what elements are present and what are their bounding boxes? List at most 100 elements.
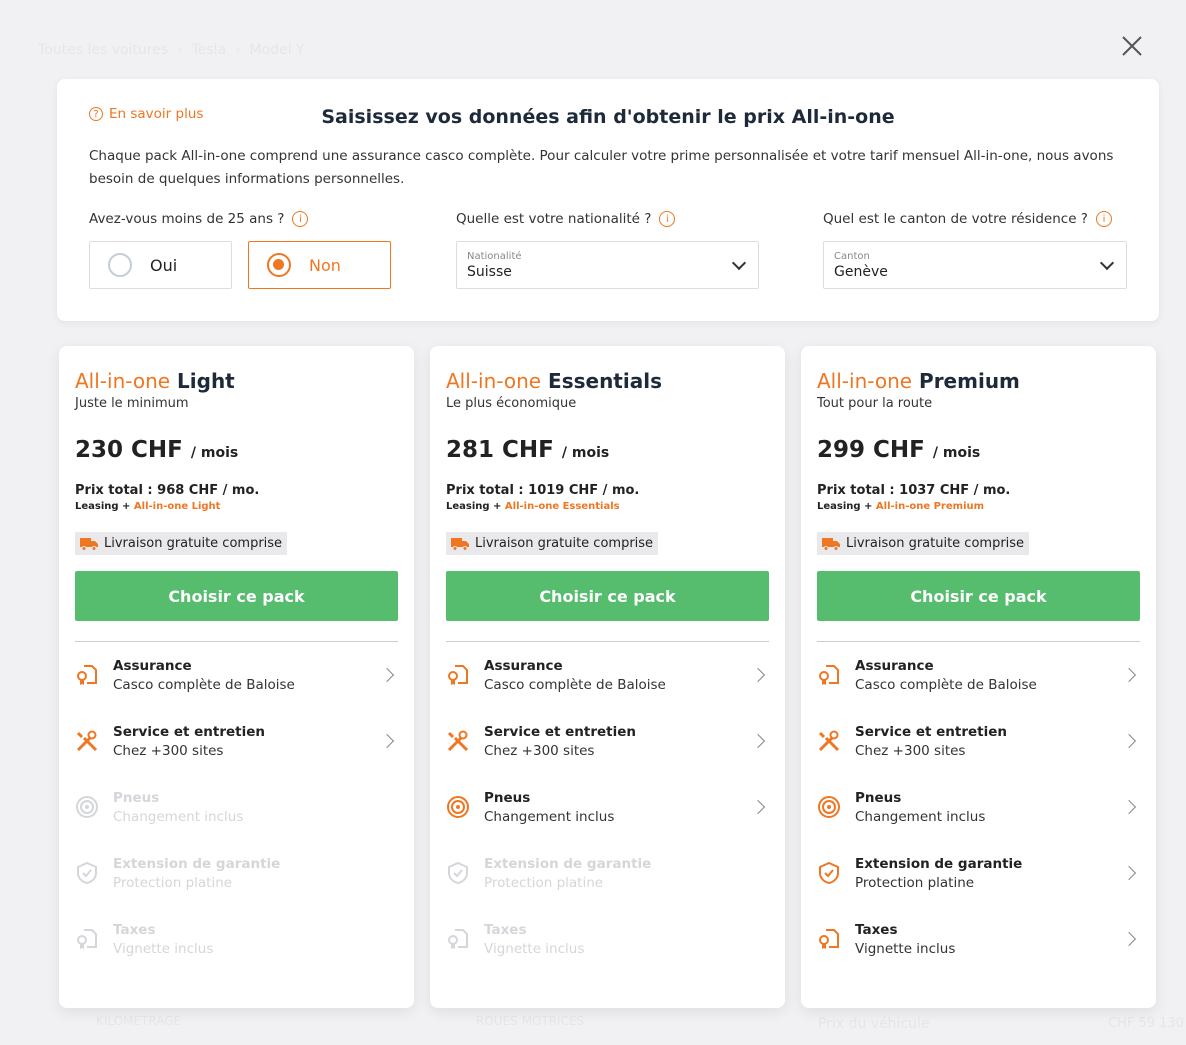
feature-item[interactable]: Pneus Changement inclus — [446, 774, 769, 840]
feature-title: Service et entretien — [113, 723, 266, 740]
choose-pack-button[interactable]: Choisir ce pack — [817, 571, 1140, 621]
shield-check-icon — [819, 861, 839, 885]
feature-item: Extension de garantie Protection platine — [446, 840, 769, 906]
pack-title: All-in-one Essentials — [446, 369, 769, 393]
lease-note: Leasing + All-in-one Premium — [817, 501, 1140, 512]
feature-item[interactable]: Extension de garantie Protection platine — [817, 840, 1140, 906]
price-value: 281 CHF — [446, 437, 554, 463]
price-value: 299 CHF — [817, 437, 925, 463]
feature-title: Taxes — [113, 921, 156, 938]
feature-title: Extension de garantie — [484, 855, 652, 872]
breadcrumb: Toutes les voitures › Tesla › Model Y — [38, 42, 305, 58]
info-icon[interactable]: i — [659, 211, 676, 227]
nationality-select[interactable]: Nationalité Suisse — [456, 241, 759, 289]
price-value: 230 CHF — [75, 437, 183, 463]
feature-item[interactable]: Service et entretien Chez +300 sites — [817, 708, 1140, 774]
lease-prefix: Leasing + — [817, 501, 873, 512]
bg-kilometrage: KILOMETRAGE — [96, 1014, 182, 1028]
feature-item[interactable]: Assurance Casco complète de Baloise — [817, 642, 1140, 708]
chevron-right-icon[interactable] — [1121, 865, 1137, 881]
chevron-right-icon[interactable] — [1121, 667, 1137, 683]
lease-note: Leasing + All-in-one Essentials — [446, 501, 769, 512]
feature-title: Extension de garantie — [113, 855, 281, 872]
feature-title: Extension de garantie — [855, 855, 1023, 872]
total-price: Prix total : 1037 CHF / mo. — [817, 483, 1011, 498]
choose-pack-button[interactable]: Choisir ce pack — [446, 571, 769, 621]
radio-circle — [108, 253, 132, 277]
feature-desc: Vignette inclus — [855, 940, 956, 957]
pack-price: 299 CHF / mois — [817, 437, 1140, 463]
chevron-right-icon[interactable] — [750, 667, 766, 683]
info-icon[interactable]: i — [292, 211, 309, 227]
pack-name: Light — [177, 369, 235, 393]
breadcrumb-all-cars[interactable]: Toutes les voitures — [38, 42, 168, 58]
lease-prefix: Leasing + — [75, 501, 131, 512]
feature-title: Pneus — [855, 789, 902, 806]
badge-label: Livraison gratuite comprise — [475, 536, 654, 551]
tire-icon — [447, 796, 469, 818]
pack-card: All-in-one Premium Tout pour la route 29… — [801, 346, 1156, 1008]
pack-price: 281 CHF / mois — [446, 437, 769, 463]
chevron-right-icon[interactable] — [750, 799, 766, 815]
feature-item[interactable]: Taxes Vignette inclus — [817, 906, 1140, 972]
price-unit: / mois — [932, 445, 981, 461]
breadcrumb-tesla[interactable]: Tesla — [192, 42, 227, 58]
tools-icon — [447, 730, 469, 752]
feature-desc: Casco complète de Baloise — [855, 676, 1037, 693]
feature-desc: Chez +300 sites — [855, 742, 966, 759]
chevron-right-icon[interactable] — [379, 667, 395, 683]
pack-price: 230 CHF / mois — [75, 437, 398, 463]
nationality-question: Quelle est votre nationalité ? — [456, 211, 652, 227]
feature-item[interactable]: Service et entretien Chez +300 sites — [446, 708, 769, 774]
choose-pack-button[interactable]: Choisir ce pack — [75, 571, 398, 621]
close-icon[interactable] — [1120, 34, 1144, 58]
feature-title: Pneus — [113, 789, 160, 806]
canton-select[interactable]: Canton Genève — [823, 241, 1127, 289]
chevron-right-icon[interactable] — [1121, 931, 1137, 947]
delivery-badge: Livraison gratuite comprise — [446, 532, 659, 555]
feature-desc: Changement inclus — [484, 808, 615, 825]
select-value: Suisse — [467, 264, 512, 280]
chevron-right-icon[interactable] — [379, 733, 395, 749]
feature-desc: Chez +300 sites — [484, 742, 595, 759]
feature-item: Taxes Vignette inclus — [446, 906, 769, 972]
radio-non[interactable]: Non — [248, 241, 391, 289]
pack-subtitle: Tout pour la route — [817, 396, 933, 411]
chevron-right-icon[interactable] — [1121, 733, 1137, 749]
feature-desc: Protection platine — [113, 874, 233, 891]
total-price: Prix total : 1019 CHF / mo. — [446, 483, 640, 498]
feature-desc: Vignette inclus — [113, 940, 214, 957]
feature-item[interactable]: Assurance Casco complète de Baloise — [75, 642, 398, 708]
feature-title: Pneus — [484, 789, 531, 806]
age-question: Avez-vous moins de 25 ans ? — [89, 211, 285, 227]
bg-prix-value: CHF 59 130 — [1108, 1016, 1184, 1031]
delivery-badge: Livraison gratuite comprise — [817, 532, 1030, 555]
pack-brand: All-in-one — [75, 369, 171, 393]
tax-document-icon — [819, 929, 839, 949]
feature-item: Taxes Vignette inclus — [75, 906, 398, 972]
chevron-right-icon[interactable] — [1121, 799, 1137, 815]
feature-item[interactable]: Assurance Casco complète de Baloise — [446, 642, 769, 708]
feature-desc: Vignette inclus — [484, 940, 585, 957]
truck-icon — [451, 537, 469, 551]
tools-icon — [818, 730, 840, 752]
feature-desc: Protection platine — [855, 874, 975, 891]
total-price: Prix total : 968 CHF / mo. — [75, 483, 260, 498]
pack-brand: All-in-one — [817, 369, 913, 393]
feature-item[interactable]: Pneus Changement inclus — [817, 774, 1140, 840]
pack-card: All-in-one Light Juste le minimum 230 CH… — [59, 346, 414, 1008]
truck-icon — [80, 537, 98, 551]
shield-check-icon — [77, 861, 97, 885]
insurance-document-icon — [77, 665, 97, 685]
breadcrumb-model: Model Y — [249, 42, 305, 58]
select-label: Canton — [834, 251, 870, 262]
badge-label: Livraison gratuite comprise — [846, 536, 1025, 551]
feature-item[interactable]: Service et entretien Chez +300 sites — [75, 708, 398, 774]
feature-title: Assurance — [113, 657, 192, 674]
feature-title: Taxes — [855, 921, 898, 938]
radio-oui[interactable]: Oui — [89, 241, 232, 289]
pack-title: All-in-one Premium — [817, 369, 1140, 393]
pack-name: Essentials — [548, 369, 662, 393]
chevron-right-icon[interactable] — [750, 733, 766, 749]
info-icon[interactable]: i — [1095, 211, 1112, 227]
